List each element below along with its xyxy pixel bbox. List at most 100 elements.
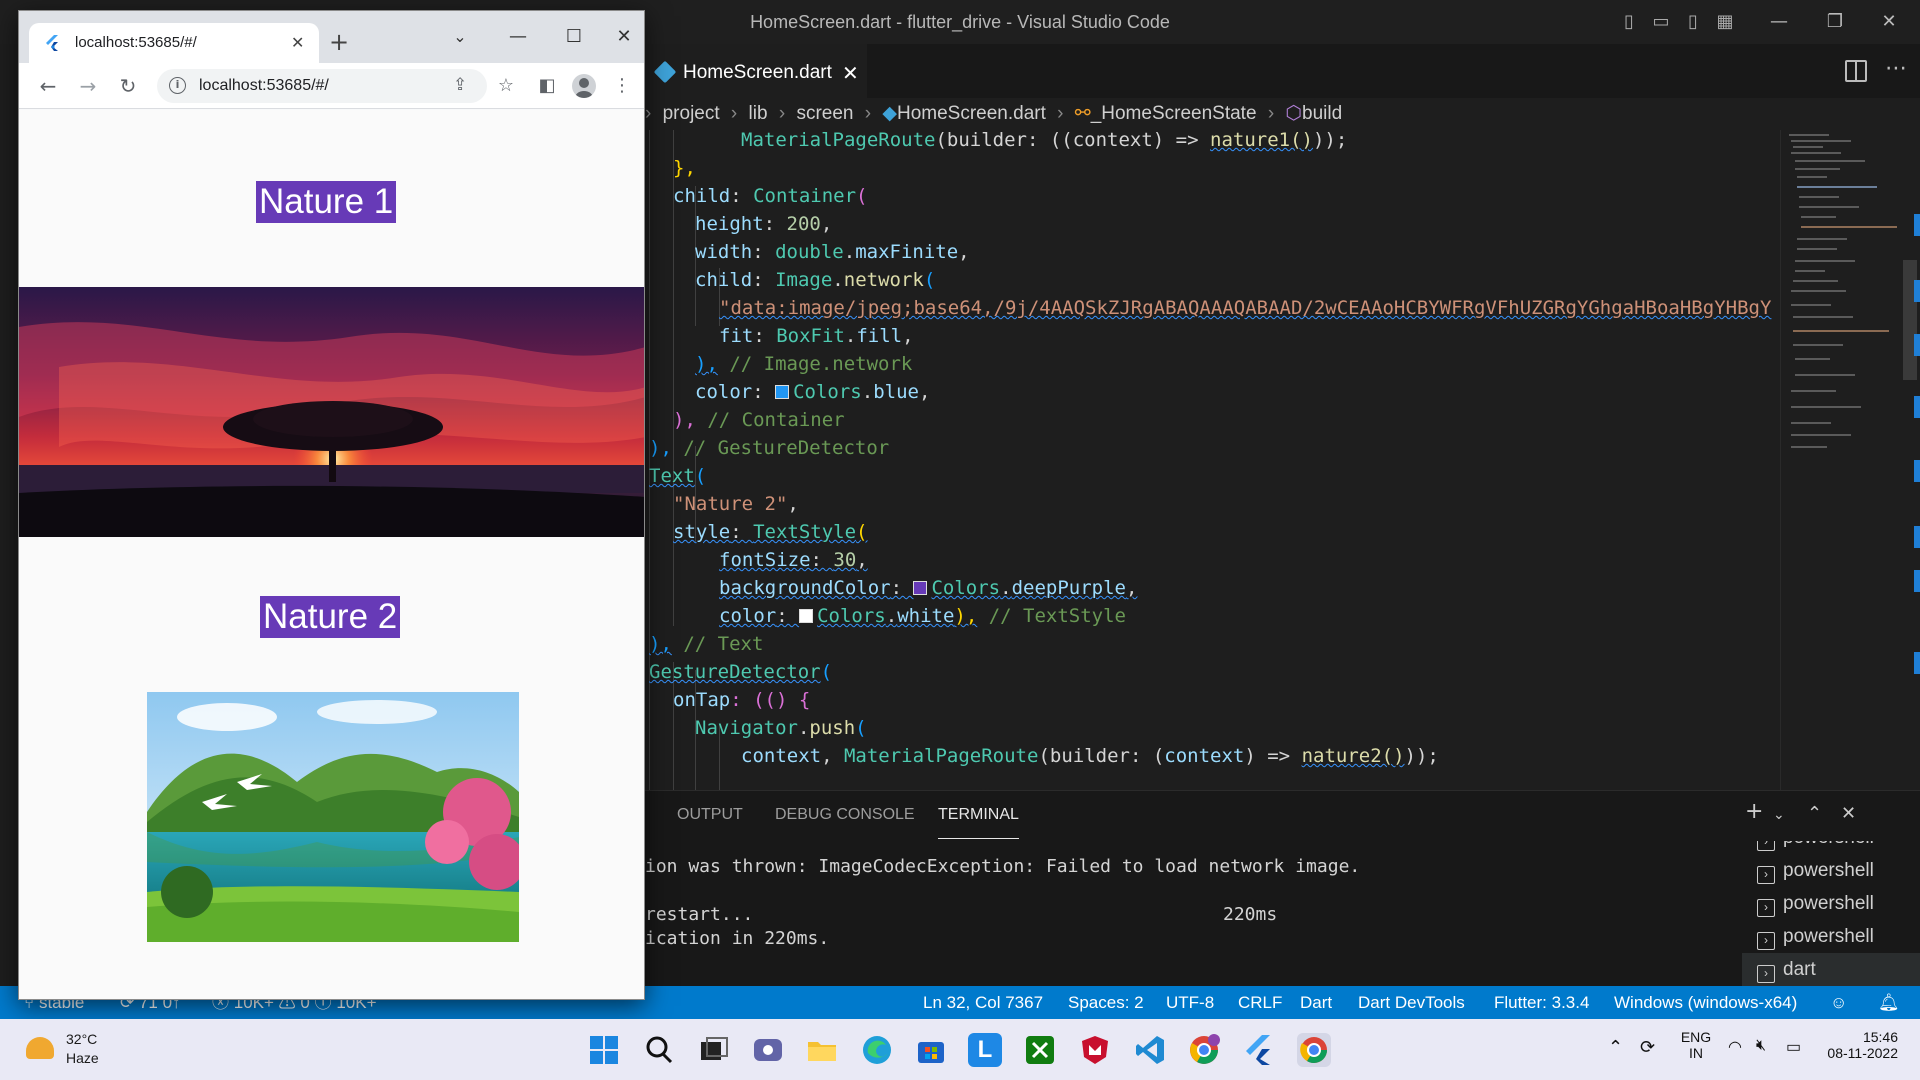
terminal-line: ion was thrown: ImageCodecException: Fai…: [645, 856, 1361, 877]
code-line: onTap: (() {: [673, 689, 811, 711]
tab-close-icon[interactable]: ✕: [842, 46, 859, 100]
forward-button[interactable]: →: [73, 71, 103, 101]
flutter-app-icon[interactable]: [1242, 1033, 1276, 1067]
url-text[interactable]: localhost:53685/#/: [199, 69, 329, 103]
back-button[interactable]: ←: [33, 71, 63, 101]
site-info-icon[interactable]: i: [169, 77, 186, 94]
start-button[interactable]: [587, 1033, 621, 1067]
color-swatch-deep-purple[interactable]: [913, 581, 928, 595]
search-icon[interactable]: [642, 1033, 676, 1067]
tab-label: HomeScreen.dart: [683, 62, 832, 83]
language-mode[interactable]: Dart: [1300, 986, 1332, 1019]
share-icon[interactable]: ⇪: [453, 75, 467, 95]
maximize-panel-icon[interactable]: ⌃: [1807, 803, 1822, 824]
nature2-title: Nature 2: [260, 596, 401, 638]
cursor-position[interactable]: Ln 32, Col 7367: [923, 986, 1043, 1019]
code-line: "Nature 2",: [673, 493, 799, 515]
vscode-icon[interactable]: [1133, 1033, 1167, 1067]
toggle-panel-icon[interactable]: ▭: [1650, 12, 1672, 32]
encoding[interactable]: UTF-8: [1166, 986, 1214, 1019]
bookmark-star-icon[interactable]: ☆: [491, 71, 521, 101]
tab-terminal[interactable]: TERMINAL: [938, 791, 1019, 839]
wifi-icon[interactable]: ◠: [1728, 1037, 1742, 1057]
clock[interactable]: 15:46 08-11-2022: [1818, 1029, 1898, 1061]
terminal-time: 220ms: [1223, 904, 1278, 925]
breadcrumb-item[interactable]: _HomeScreenState: [1091, 98, 1257, 130]
terminal-item[interactable]: ›powershell: [1742, 841, 1920, 854]
maximize-icon[interactable]: ☐: [551, 19, 597, 55]
flutter-version[interactable]: Flutter: 3.3.4: [1494, 986, 1589, 1019]
weather-icon: [26, 1037, 54, 1059]
chevron-up-icon[interactable]: ⌃: [1608, 1037, 1623, 1058]
minimize-icon[interactable]: —: [495, 19, 541, 55]
nature1-image[interactable]: [19, 287, 644, 537]
task-view-icon[interactable]: [697, 1033, 731, 1067]
terminal-icon: ›: [1757, 932, 1775, 950]
l-app-icon[interactable]: L: [968, 1033, 1002, 1067]
new-tab-button[interactable]: +: [329, 25, 349, 59]
breadcrumb-item[interactable]: screen: [796, 98, 853, 130]
side-panel-icon[interactable]: ◧: [532, 71, 562, 101]
breadcrumb-item[interactable]: project: [663, 98, 720, 130]
close-panel-icon[interactable]: ✕: [1841, 803, 1856, 824]
customize-layout-icon[interactable]: ▦: [1714, 12, 1736, 32]
feedback-icon[interactable]: ☺: [1830, 986, 1847, 1019]
scroll-thumb[interactable]: [1903, 260, 1917, 380]
profile-avatar[interactable]: [572, 74, 596, 98]
device-selector[interactable]: Windows (windows-x64): [1614, 986, 1797, 1019]
chrome-icon[interactable]: [1297, 1033, 1331, 1067]
chrome-window: localhost:53685/#/ ✕ + ⌄ — ☐ ✕ ← → ↻ i l…: [18, 10, 645, 1000]
new-terminal-icon[interactable]: +: [1745, 799, 1763, 824]
nature2-image[interactable]: [147, 692, 519, 942]
editor-scrollbar[interactable]: [1900, 130, 1920, 790]
battery-icon[interactable]: ▭: [1786, 1037, 1801, 1057]
terminal-item[interactable]: ›powershell: [1742, 887, 1920, 920]
edge-icon[interactable]: [860, 1033, 894, 1067]
address-bar[interactable]: i localhost:53685/#/ ⇪: [157, 69, 487, 103]
more-actions-icon[interactable]: ⋯: [1885, 56, 1907, 81]
dart-devtools[interactable]: Dart DevTools: [1358, 986, 1465, 1019]
terminal-list: ›powershell ›powershell ›powershell ›pow…: [1742, 841, 1920, 987]
color-swatch-blue[interactable]: [775, 385, 790, 399]
weather-widget[interactable]: 32°C Haze: [22, 1029, 142, 1071]
terminal-icon: ›: [1757, 866, 1775, 884]
language-indicator[interactable]: ENG IN: [1676, 1029, 1716, 1061]
editor-tabbar: HomeScreen.dart ✕ ⋯: [645, 44, 1920, 98]
color-swatch-white[interactable]: [799, 609, 814, 623]
tab-output[interactable]: OUTPUT: [677, 791, 743, 839]
close-window-icon[interactable]: ✕: [1866, 0, 1912, 44]
indentation[interactable]: Spaces: 2: [1068, 986, 1144, 1019]
sync-tray-icon[interactable]: ⟳: [1640, 1037, 1655, 1058]
breadcrumb-item[interactable]: lib: [749, 98, 768, 130]
minimize-icon[interactable]: —: [1756, 0, 1802, 44]
line-endings[interactable]: CRLF: [1238, 986, 1282, 1019]
reload-button[interactable]: ↻: [113, 71, 143, 101]
browser-tab[interactable]: localhost:53685/#/ ✕: [29, 23, 319, 63]
chrome-profile-icon[interactable]: [1187, 1033, 1221, 1067]
file-explorer-icon[interactable]: [805, 1033, 839, 1067]
notifications-icon[interactable]: 🔔︎: [1878, 986, 1900, 1019]
restore-icon[interactable]: ❐: [1812, 0, 1858, 44]
mcafee-icon[interactable]: [1078, 1033, 1112, 1067]
tab-homescreen-dart[interactable]: HomeScreen.dart ✕: [645, 44, 867, 98]
tab-search-icon[interactable]: ⌄: [437, 19, 483, 55]
breadcrumb-item[interactable]: build: [1302, 98, 1342, 130]
tab-debug-console[interactable]: DEBUG CONSOLE: [775, 791, 915, 839]
volume-muted-icon[interactable]: 🔇︎: [1756, 1037, 1766, 1055]
terminal-item[interactable]: ›powershell: [1742, 854, 1920, 887]
store-icon[interactable]: [914, 1033, 948, 1067]
code-editor[interactable]: MaterialPageRoute(builder: ((context) =>…: [645, 130, 1780, 790]
chevron-down-icon[interactable]: ⌄: [1773, 807, 1785, 823]
xbox-icon[interactable]: [1023, 1033, 1057, 1067]
chrome-menu-icon[interactable]: ⋮: [607, 71, 637, 101]
toggle-sidebar-icon[interactable]: ▯: [1618, 12, 1640, 32]
split-editor-icon[interactable]: [1845, 60, 1867, 82]
minimap[interactable]: [1780, 130, 1900, 790]
breadcrumb-item[interactable]: HomeScreen.dart: [897, 98, 1046, 130]
close-window-icon[interactable]: ✕: [601, 19, 644, 55]
close-tab-icon[interactable]: ✕: [291, 23, 304, 63]
teams-chat-icon[interactable]: [751, 1033, 785, 1067]
terminal-item[interactable]: ›powershell: [1742, 920, 1920, 953]
terminal-item-active[interactable]: › dart: [1742, 953, 1920, 986]
toggle-secondary-sidebar-icon[interactable]: ▯: [1682, 12, 1704, 32]
